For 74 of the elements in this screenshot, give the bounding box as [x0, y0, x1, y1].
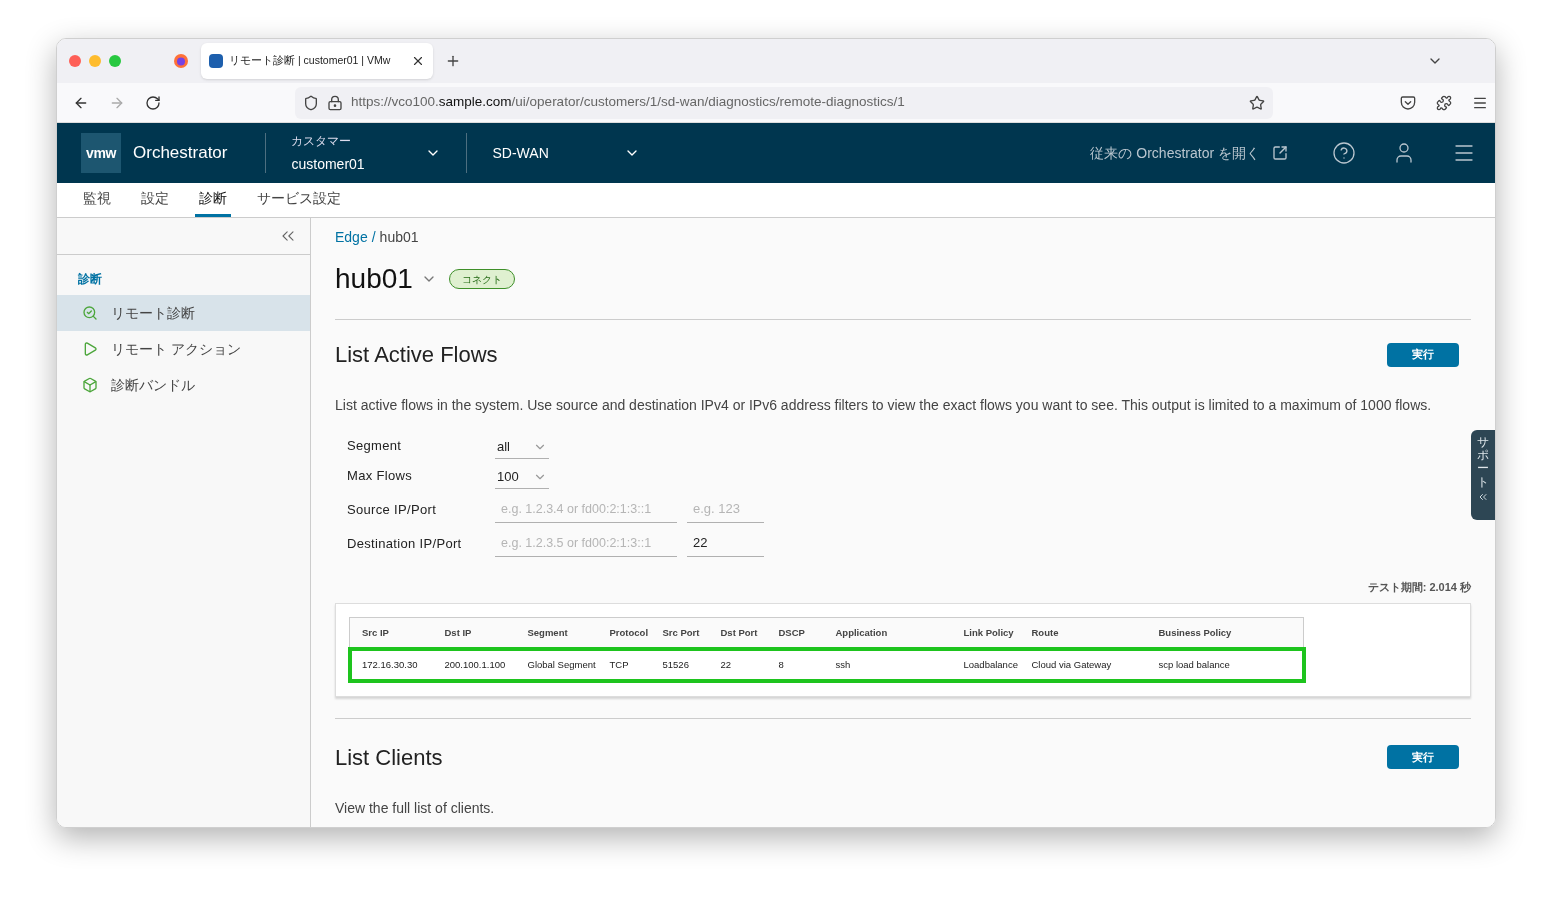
legacy-orchestrator-link[interactable]: 従来の Orchestrator を開く	[1090, 142, 1288, 164]
column-header: Dst Port	[708, 617, 767, 649]
service-selector[interactable]: SD-WAN	[492, 142, 641, 164]
table-cell: ssh	[823, 649, 952, 681]
section-title: List Clients	[335, 743, 443, 772]
breadcrumb-current: hub01	[379, 228, 419, 247]
ip-input[interactable]: e.g. 1.2.3.5 or fd00:2:1:3::1	[495, 529, 677, 557]
column-header: Link Policy	[951, 617, 1020, 649]
column-header: Application	[823, 617, 952, 649]
page-title: hub01	[335, 262, 413, 296]
table-cell: 22	[708, 649, 767, 681]
browser-tab[interactable]: リモート診断 | customer01 | VMw	[201, 43, 433, 79]
shield-icon	[303, 94, 319, 111]
column-header: Src IP	[349, 617, 433, 649]
ip-input[interactable]: e.g. 1.2.3.4 or fd00:2:1:3::1	[495, 495, 677, 523]
table-cell: Cloud via Gateway	[1019, 649, 1147, 681]
table-cell: Loadbalance	[951, 649, 1020, 681]
close-icon[interactable]	[411, 54, 425, 68]
table-cell: 8	[766, 649, 824, 681]
field-label: Segment	[347, 436, 403, 455]
sidebar-section-title: 診断	[78, 271, 103, 288]
site-favicon-icon	[209, 54, 223, 68]
run-button[interactable]: 実行	[1387, 342, 1459, 367]
extensions-icon[interactable]	[1436, 94, 1452, 111]
lock-icon	[327, 94, 343, 111]
section-description: List active flows in the system. Use source and destination IPv4 or IPv6 address filters to view the exact flows you want to see. This output is limited to a maximum of 1000 flows.	[335, 396, 1433, 415]
column-header: Business Policy	[1146, 617, 1304, 649]
cube-icon	[82, 377, 98, 393]
customer-selector[interactable]: カスタマー customer01	[291, 131, 442, 175]
status-badge: コネクト	[448, 269, 515, 289]
external-link-icon	[1272, 145, 1288, 161]
sidebar-item[interactable]: リモート アクション	[57, 331, 310, 367]
test-duration: テスト期間: 2.014 秒	[1367, 580, 1471, 595]
select-field[interactable]: 100	[495, 465, 549, 489]
field-label: Source IP/Port	[347, 500, 438, 519]
table-cell: 172.16.30.30	[349, 649, 433, 681]
new-tab-icon[interactable]	[445, 53, 461, 69]
table-cell: 200.100.1.100	[432, 649, 516, 681]
play-icon	[82, 341, 98, 357]
column-header: Dst IP	[432, 617, 516, 649]
table-cell: Global Segment	[515, 649, 598, 681]
table-cell: scp load balance	[1146, 649, 1304, 681]
nav-tab[interactable]: 設定	[137, 183, 173, 217]
table-cell: TCP	[597, 649, 651, 681]
pocket-icon[interactable]	[1400, 94, 1416, 111]
field-label: Destination IP/Port	[347, 534, 463, 553]
search-icon	[82, 305, 98, 321]
section-title: List Active Flows	[335, 341, 498, 369]
column-header: DSCP	[766, 617, 824, 649]
breadcrumb-link[interactable]: Edge	[335, 227, 368, 248]
nav-tab[interactable]: 監視	[79, 183, 115, 217]
support-tab[interactable]: サポート	[1471, 430, 1495, 520]
port-input[interactable]: 22	[687, 529, 764, 557]
section-description: View the full list of clients.	[335, 798, 496, 818]
breadcrumb-separator: /	[371, 228, 376, 247]
browser-logo-icon	[173, 53, 189, 69]
column-header: Src Port	[650, 617, 709, 649]
field-label: Max Flows	[347, 466, 414, 485]
help-icon[interactable]	[1332, 141, 1356, 165]
run-button[interactable]: 実行	[1387, 745, 1459, 769]
bookmark-star-icon[interactable]	[1249, 94, 1265, 111]
table-cell: 51526	[650, 649, 709, 681]
port-input[interactable]: e.g. 123	[687, 495, 764, 523]
column-header: Route	[1019, 617, 1147, 649]
reload-icon[interactable]	[145, 94, 161, 111]
sidebar-item[interactable]: リモート診断	[57, 295, 310, 331]
vmw-logo: vmw	[81, 133, 121, 173]
column-header: Segment	[515, 617, 598, 649]
product-name: Orchestrator	[133, 142, 228, 165]
address-field[interactable]: https://vco100.sample.com/ui/operator/customers/1/sd-wan/diagnostics/remote-diagnostics/1	[295, 86, 1273, 119]
select-field[interactable]: all	[495, 435, 549, 459]
nav-tab[interactable]: サービス設定	[253, 183, 345, 217]
column-header: Protocol	[597, 617, 651, 649]
sidebar-item[interactable]: 診断バンドル	[57, 367, 310, 403]
